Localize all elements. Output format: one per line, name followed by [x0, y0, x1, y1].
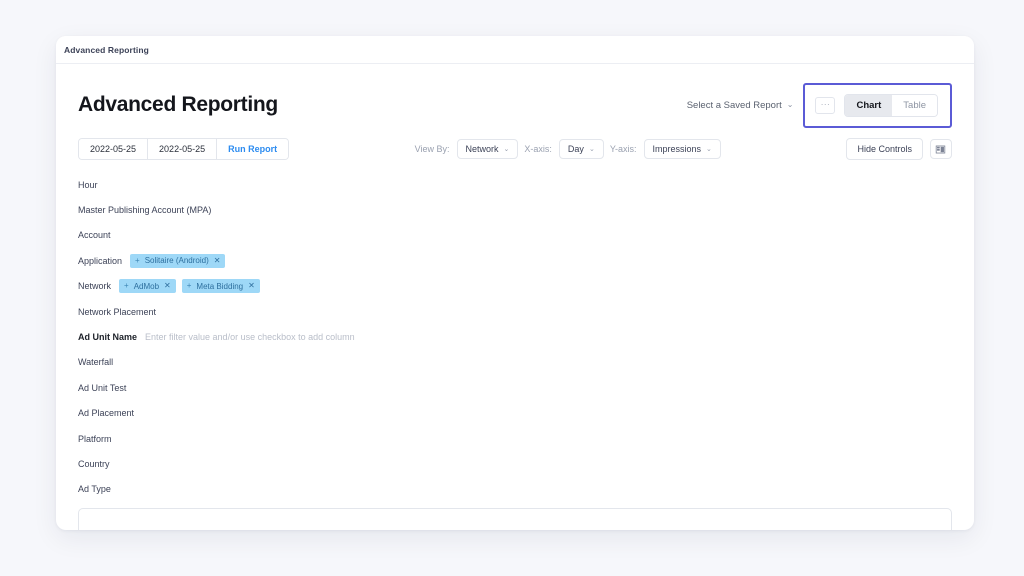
page-title: Advanced Reporting [78, 93, 278, 117]
filter-row-label: Hour [78, 180, 98, 190]
plus-icon: + [124, 282, 129, 290]
date-range-group: 2022-05-25 2022-05-25 Run Report [78, 138, 289, 160]
plus-icon: + [135, 257, 140, 265]
filter-row[interactable]: Ad Placement [78, 401, 952, 426]
date-end-input[interactable]: 2022-05-25 [147, 139, 216, 159]
filter-chip[interactable]: + Solitaire (Android) ✕ [130, 254, 225, 268]
view-mode-highlight-region: ··· Chart Table [803, 83, 952, 128]
columns-icon [935, 144, 946, 155]
filter-row-label: Platform [78, 434, 112, 444]
page-body: Advanced Reporting Select a Saved Report… [56, 64, 974, 530]
plus-icon: + [187, 282, 192, 290]
title-right-controls: Select a Saved Report ⌄ ··· Chart Table [687, 83, 952, 128]
filter-row[interactable]: Master Publishing Account (MPA) [78, 197, 952, 222]
view-mode-chart-button[interactable]: Chart [845, 95, 892, 116]
filter-row-label: Master Publishing Account (MPA) [78, 205, 211, 215]
filter-row[interactable]: Ad Unit Test [78, 375, 952, 400]
filter-row-label: Waterfall [78, 357, 113, 367]
filter-chip-list: + Solitaire (Android) ✕ [130, 254, 225, 268]
filter-row[interactable]: Application + Solitaire (Android) ✕ [78, 248, 952, 273]
filter-row-label: Country [78, 459, 110, 469]
breadcrumb: Advanced Reporting [64, 45, 149, 55]
app-card: Advanced Reporting Advanced Reporting Se… [56, 36, 974, 530]
x-axis-label: X-axis: [524, 144, 552, 154]
y-axis-value: Impressions [653, 144, 702, 154]
toolbar-axis-group: View By: Network ⌄ X-axis: Day ⌄ Y-axis:… [415, 139, 721, 159]
y-axis-select[interactable]: Impressions ⌄ [644, 139, 721, 159]
filter-row[interactable]: Hour [78, 172, 952, 197]
filter-row[interactable]: Network + AdMob ✕ + Meta Bidding ✕ [78, 274, 952, 299]
filter-row[interactable]: Account [78, 223, 952, 248]
filter-row-label: Ad Unit Name [78, 332, 137, 342]
filter-row-label: Ad Placement [78, 408, 134, 418]
filter-row[interactable]: Network Placement [78, 299, 952, 324]
filter-chip-label: Solitaire (Android) [145, 256, 209, 265]
hide-controls-button[interactable]: Hide Controls [846, 138, 923, 160]
chevron-down-icon: ⌄ [504, 146, 510, 153]
y-axis-label: Y-axis: [610, 144, 637, 154]
run-report-button[interactable]: Run Report [216, 139, 288, 159]
close-icon[interactable]: ✕ [248, 282, 255, 290]
filter-list: Hour Master Publishing Account (MPA) Accou… [78, 172, 952, 527]
chevron-down-icon[interactable]: ⌄ [787, 101, 794, 109]
x-axis-value: Day [568, 144, 584, 154]
view-by-value: Network [466, 144, 499, 154]
close-icon[interactable]: ✕ [164, 282, 171, 290]
filter-chip-label: Meta Bidding [196, 282, 243, 291]
saved-report-selector-label[interactable]: Select a Saved Report [687, 100, 787, 111]
date-start-input[interactable]: 2022-05-25 [79, 139, 147, 159]
filter-chip[interactable]: + AdMob ✕ [119, 279, 176, 293]
report-toolbar: 2022-05-25 2022-05-25 Run Report View By… [78, 136, 952, 162]
view-mode-table-button[interactable]: Table [892, 95, 937, 116]
bottom-filter-input[interactable] [78, 508, 952, 530]
view-by-select[interactable]: Network ⌄ [457, 139, 519, 159]
filter-row-label: Account [78, 230, 111, 240]
filter-value-input[interactable]: Enter filter value and/or use checkbox t… [145, 332, 355, 342]
filter-chip-list: + AdMob ✕ + Meta Bidding ✕ [119, 279, 260, 293]
filter-chip-label: AdMob [134, 282, 159, 291]
filter-row-label: Network Placement [78, 307, 156, 317]
window-tabstrip: Advanced Reporting [56, 36, 974, 64]
filter-chip[interactable]: + Meta Bidding ✕ [182, 279, 260, 293]
view-mode-segmented-control: Chart Table [844, 94, 938, 117]
more-options-button[interactable]: ··· [815, 97, 835, 114]
toolbar-left-group: 2022-05-25 2022-05-25 Run Report [78, 138, 289, 160]
columns-settings-button[interactable] [930, 139, 952, 159]
filter-row-label: Ad Type [78, 484, 111, 494]
chevron-down-icon: ⌄ [589, 146, 595, 153]
chevron-down-icon: ⌄ [706, 146, 712, 153]
filter-row-label: Ad Unit Test [78, 383, 126, 393]
filter-row[interactable]: Platform [78, 426, 952, 451]
title-row: Advanced Reporting Select a Saved Report… [78, 82, 952, 128]
filter-row[interactable]: Ad Type [78, 477, 952, 502]
toolbar-right-group: Hide Controls [846, 138, 952, 160]
filter-row[interactable]: Waterfall [78, 350, 952, 375]
x-axis-select[interactable]: Day ⌄ [559, 139, 604, 159]
close-icon[interactable]: ✕ [214, 257, 221, 265]
view-by-label: View By: [415, 144, 450, 154]
filter-row[interactable]: Ad Unit Name Enter filter value and/or us… [78, 324, 952, 349]
filter-row-label: Network [78, 281, 111, 291]
filter-row[interactable]: Country [78, 451, 952, 476]
filter-row-label: Application [78, 256, 122, 266]
